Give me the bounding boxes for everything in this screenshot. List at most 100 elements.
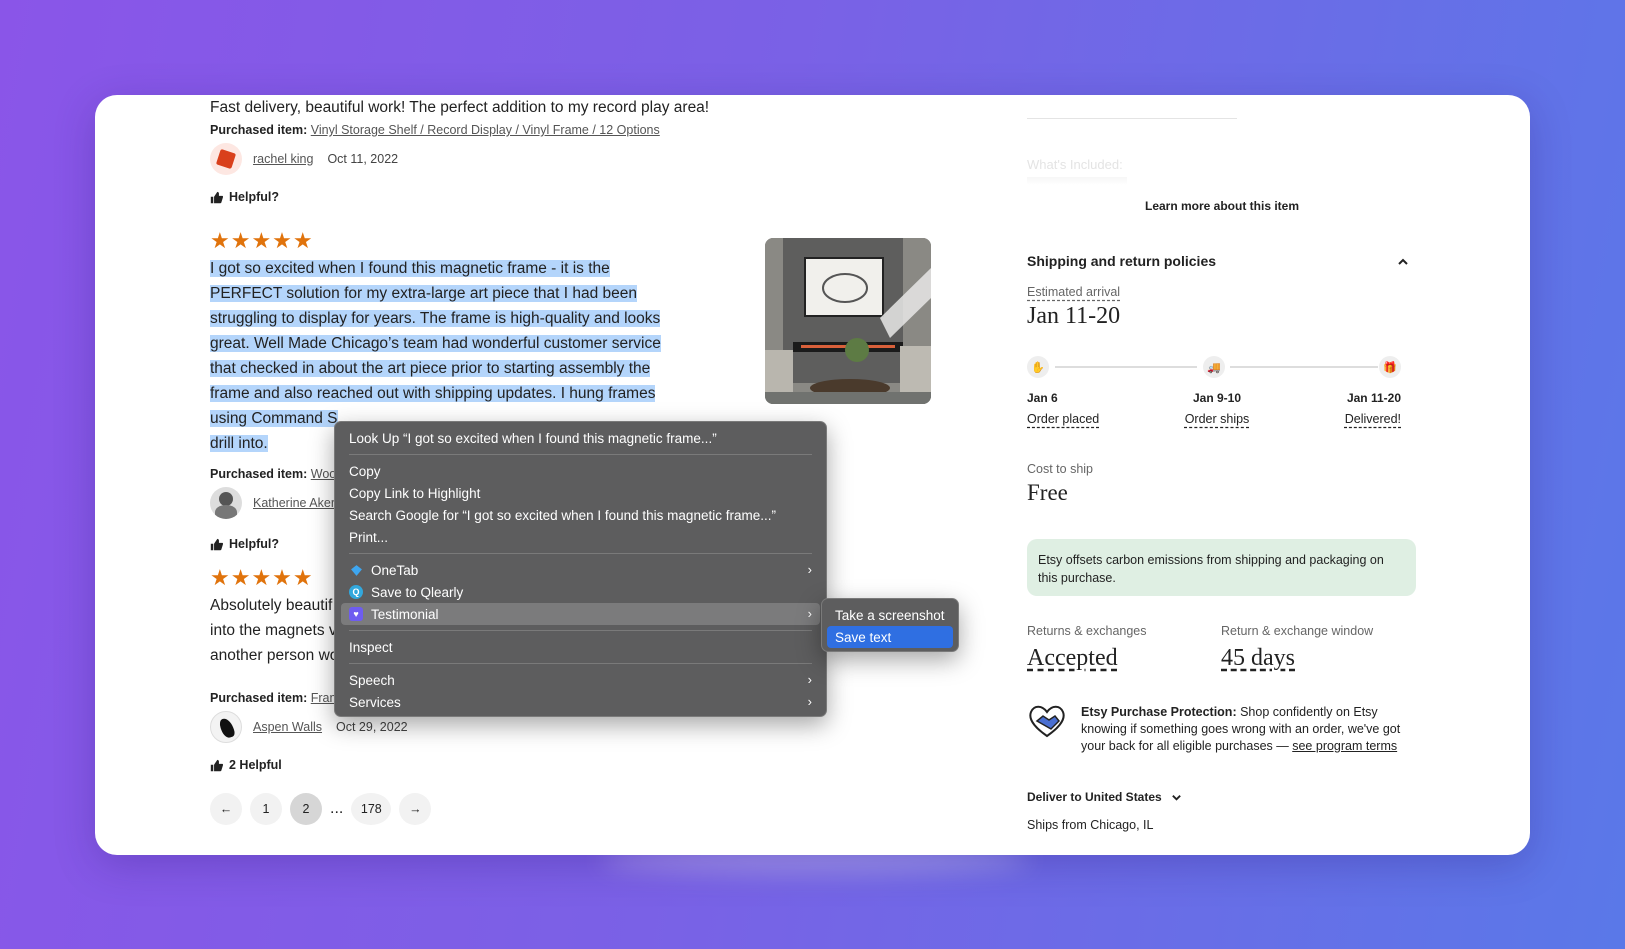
- page-number: 2: [302, 802, 310, 816]
- chevron-up-icon[interactable]: [1397, 256, 1409, 268]
- divider: [1027, 118, 1237, 119]
- timeline-label-order-ships[interactable]: Order ships: [1182, 412, 1252, 426]
- arrow-left-icon: ←: [219, 802, 233, 816]
- star-rating: ★★★★★: [210, 567, 315, 589]
- review-line: Absolutely beautif: [210, 597, 333, 614]
- ships-from: Ships from Chicago, IL: [1027, 818, 1154, 832]
- review-line: I got so excited when I found this magne…: [210, 260, 610, 277]
- menu-separator: [349, 454, 812, 455]
- timeline-label-order-placed[interactable]: Order placed: [1027, 412, 1099, 426]
- cost-to-ship-label: Cost to ship: [1027, 462, 1094, 476]
- returns-label: Returns & exchanges: [1027, 624, 1147, 638]
- menu-item-qlearly[interactable]: Q Save to Qlearly: [341, 581, 820, 603]
- review-photo[interactable]: [765, 238, 931, 404]
- menu-item-print[interactable]: Print...: [341, 526, 820, 548]
- reviewer-name[interactable]: Katherine Aker: [253, 496, 335, 510]
- pagination: ← 1 2 ... 178 →: [210, 793, 439, 825]
- purchased-item-link[interactable]: Vinyl Storage Shelf / Record Display / V…: [311, 123, 660, 137]
- menu-label: Save text: [835, 629, 892, 645]
- menu-label: Search Google for “I got so excited when…: [349, 507, 776, 523]
- menu-item-services[interactable]: Services ›: [341, 691, 820, 713]
- helpful-label: 2 Helpful: [229, 758, 282, 772]
- shipping-title[interactable]: Shipping and return policies: [1027, 253, 1216, 269]
- page-1-button[interactable]: 1: [250, 793, 282, 825]
- carbon-offset-notice: Etsy offsets carbon emissions from shipp…: [1027, 539, 1416, 596]
- review-date: Oct 11, 2022: [327, 152, 399, 166]
- star-rating: ★★★★★: [210, 230, 315, 252]
- chevron-right-icon: ›: [807, 606, 812, 621]
- testimonial-submenu: Take a screenshot Save text: [821, 598, 959, 652]
- purchased-item-link[interactable]: Woo: [311, 467, 336, 481]
- hand-wave-icon: ✋: [1027, 356, 1049, 378]
- gift-icon: 🎁: [1379, 356, 1401, 378]
- avatar[interactable]: [210, 487, 242, 519]
- helpful-label: Helpful?: [229, 190, 279, 204]
- menu-item-copy[interactable]: Copy: [341, 460, 820, 482]
- menu-item-onetab[interactable]: OneTab ›: [341, 559, 820, 581]
- timeline-date: Jan 11-20: [1346, 391, 1401, 405]
- testimonial-icon: ♥: [349, 607, 363, 621]
- menu-label: Take a screenshot: [835, 607, 945, 623]
- timeline-label-delivered[interactable]: Delivered!: [1327, 412, 1401, 426]
- returns-value[interactable]: Accepted: [1027, 645, 1118, 672]
- reviewer-name[interactable]: Aspen Walls: [253, 720, 322, 734]
- avatar[interactable]: [210, 143, 242, 175]
- menu-item-look-up[interactable]: Look Up “I got so excited when I found t…: [341, 427, 820, 449]
- submenu-item-take-screenshot[interactable]: Take a screenshot: [827, 604, 953, 626]
- menu-label: Inspect: [349, 639, 393, 655]
- timeline-date: Jan 9-10: [1192, 391, 1242, 405]
- program-terms-link[interactable]: see program terms: [1292, 739, 1397, 753]
- onetab-icon: [349, 563, 363, 577]
- page-2-button[interactable]: 2: [290, 793, 322, 825]
- next-page-button[interactable]: →: [399, 793, 432, 825]
- thumbs-up-icon: [210, 759, 223, 771]
- review-line: great. Well Made Chicago’s team had wond…: [210, 335, 661, 352]
- menu-label: Services: [349, 694, 401, 710]
- stars: ★★★★★: [210, 565, 314, 590]
- reviewer-name[interactable]: rachel king: [253, 152, 313, 166]
- avatar[interactable]: [210, 711, 242, 743]
- purchased-item: Purchased item: Woo: [210, 467, 336, 481]
- helpful-button[interactable]: Helpful?: [210, 537, 279, 551]
- prev-page-button[interactable]: ←: [210, 793, 242, 825]
- review-line: that checked in about the art piece prio…: [210, 360, 651, 377]
- menu-separator: [349, 630, 812, 631]
- context-menu: Look Up “I got so excited when I found t…: [334, 421, 827, 717]
- purchased-item: Purchased item: Vinyl Storage Shelf / Re…: [210, 123, 660, 137]
- review-line: into the magnets v: [210, 622, 337, 639]
- learn-more-link[interactable]: Learn more about this item: [1027, 199, 1417, 213]
- menu-label: OneTab: [371, 562, 419, 578]
- estimated-arrival-label[interactable]: Estimated arrival: [1027, 285, 1120, 299]
- menu-label: Print...: [349, 529, 389, 545]
- menu-label: Look Up “I got so excited when I found t…: [349, 430, 717, 446]
- whats-included-faded: What's Included:: [1027, 157, 1123, 172]
- helpful-button[interactable]: 2 Helpful: [210, 758, 282, 772]
- timeline-date: Jan 6: [1027, 391, 1058, 405]
- protection-title: Etsy Purchase Protection:: [1081, 705, 1237, 719]
- submenu-item-save-text[interactable]: Save text: [827, 626, 953, 648]
- menu-item-inspect[interactable]: Inspect: [341, 636, 820, 658]
- reviewer: rachel king Oct 11, 2022: [210, 143, 398, 175]
- review-line: frame and also reached out with shipping…: [210, 385, 656, 402]
- helpful-label: Helpful?: [229, 537, 279, 551]
- helpful-button[interactable]: Helpful?: [210, 190, 279, 204]
- deliver-to-label: Deliver to United States: [1027, 790, 1162, 804]
- purchased-label: Purchased item:: [210, 691, 308, 705]
- purchase-protection: Etsy Purchase Protection: Shop confident…: [1081, 704, 1417, 755]
- page-number: 178: [360, 802, 382, 816]
- menu-item-speech[interactable]: Speech ›: [341, 669, 820, 691]
- menu-item-testimonial[interactable]: ♥ Testimonial ›: [341, 603, 820, 625]
- chevron-right-icon: ›: [807, 694, 812, 709]
- menu-item-copy-link[interactable]: Copy Link to Highlight: [341, 482, 820, 504]
- menu-item-search-google[interactable]: Search Google for “I got so excited when…: [341, 504, 820, 526]
- deliver-to-dropdown[interactable]: Deliver to United States: [1027, 790, 1182, 804]
- menu-label: Copy Link to Highlight: [349, 485, 481, 501]
- purchased-label: Purchased item:: [210, 467, 308, 481]
- last-page-button[interactable]: 178: [351, 793, 392, 825]
- return-window-value[interactable]: 45 days: [1221, 645, 1295, 672]
- purchased-item: Purchased item: Fram: [210, 691, 340, 705]
- thumbs-up-icon: [210, 191, 223, 203]
- menu-separator: [349, 553, 812, 554]
- return-window-label: Return & exchange window: [1221, 624, 1374, 638]
- review-line: using Command S: [210, 410, 338, 427]
